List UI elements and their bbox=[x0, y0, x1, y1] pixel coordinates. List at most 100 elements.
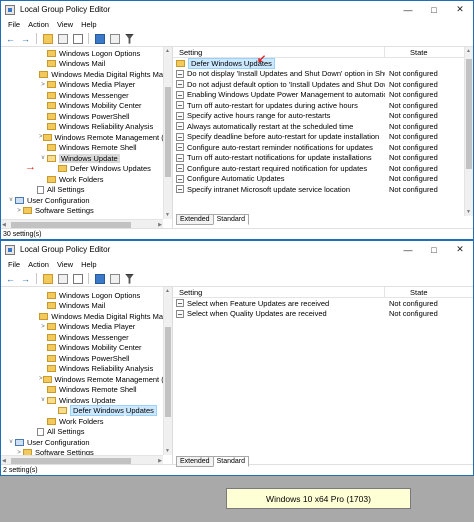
tree-item[interactable]: Windows Logon Options bbox=[1, 290, 163, 301]
pane-vertical-scrollbar[interactable]: ▲ ▼ bbox=[464, 47, 473, 216]
close-button[interactable]: ✕ bbox=[447, 1, 473, 18]
tree-item[interactable]: > Windows Media Player bbox=[1, 80, 163, 91]
tree-item[interactable]: Windows PowerShell bbox=[1, 111, 163, 122]
minimize-button[interactable]: — bbox=[395, 1, 421, 18]
filter-button[interactable] bbox=[123, 272, 136, 285]
title-bar[interactable]: Local Group Policy Editor — □ ✕ bbox=[1, 241, 473, 258]
back-button[interactable]: ← bbox=[4, 272, 17, 285]
tree-item-all-settings[interactable]: All Settings bbox=[1, 427, 163, 438]
setting-row[interactable]: Turn off auto-restart notifications for … bbox=[173, 153, 473, 164]
scroll-up-icon[interactable]: ▲ bbox=[165, 288, 170, 294]
expander[interactable]: v bbox=[7, 439, 15, 445]
menu-help[interactable]: Help bbox=[77, 260, 100, 269]
expander[interactable]: > bbox=[39, 324, 47, 330]
tree-item[interactable]: Windows Media Digital Rights Ma bbox=[1, 69, 163, 80]
tree-item-software-settings[interactable]: > Software Settings bbox=[1, 206, 163, 217]
maximize-button[interactable]: □ bbox=[421, 1, 447, 18]
setting-row-quality-updates[interactable]: Select when Quality Updates are received… bbox=[173, 309, 473, 320]
title-bar[interactable]: Local Group Policy Editor — □ ✕ bbox=[1, 1, 473, 18]
export-list-button[interactable] bbox=[71, 32, 84, 45]
tab-extended[interactable]: Extended bbox=[176, 456, 214, 467]
tree-item[interactable]: Windows PowerShell bbox=[1, 353, 163, 364]
scroll-thumb[interactable] bbox=[165, 327, 171, 417]
tree-item[interactable]: > Windows Remote Management (W bbox=[1, 132, 171, 143]
menu-action[interactable]: Action bbox=[24, 20, 53, 29]
up-folder-button[interactable] bbox=[41, 272, 54, 285]
scroll-up-icon[interactable]: ▲ bbox=[165, 48, 170, 54]
tree-item[interactable]: Windows Remote Shell bbox=[1, 143, 163, 154]
expander[interactable]: > bbox=[15, 208, 23, 214]
expander[interactable]: v bbox=[39, 397, 47, 403]
maximize-button[interactable]: □ bbox=[421, 241, 447, 258]
setting-row[interactable]: Do not adjust default option to 'Install… bbox=[173, 79, 473, 90]
menu-file[interactable]: File bbox=[4, 20, 24, 29]
menu-help[interactable]: Help bbox=[77, 20, 100, 29]
setting-row[interactable]: Configure auto-restart required notifica… bbox=[173, 163, 473, 174]
column-header-state[interactable]: State bbox=[385, 48, 428, 57]
tree-item[interactable]: Windows Logon Options bbox=[1, 48, 163, 59]
menu-file[interactable]: File bbox=[4, 260, 24, 269]
setting-row[interactable]: Specify intranet Microsoft update servic… bbox=[173, 184, 473, 195]
tree-item[interactable]: Windows Messenger bbox=[1, 90, 163, 101]
help-button[interactable] bbox=[93, 32, 106, 45]
tree-vertical-scrollbar[interactable]: ▲ ▼ bbox=[163, 287, 172, 455]
setting-row[interactable]: Always automatically restart at the sche… bbox=[173, 121, 473, 132]
filter-button[interactable] bbox=[123, 32, 136, 45]
tree-item-user-configuration[interactable]: v User Configuration bbox=[1, 437, 163, 448]
tree-item-user-configuration[interactable]: v User Configuration bbox=[1, 195, 163, 206]
tab-standard[interactable]: Standard bbox=[212, 214, 250, 225]
scroll-thumb[interactable] bbox=[165, 87, 171, 177]
menu-action[interactable]: Action bbox=[24, 260, 53, 269]
tree-item[interactable]: Windows Messenger bbox=[1, 332, 163, 343]
show-hide-tree-button[interactable] bbox=[56, 272, 69, 285]
scroll-down-icon[interactable]: ▼ bbox=[466, 209, 471, 215]
tree-item-all-settings[interactable]: All Settings bbox=[1, 185, 163, 196]
forward-button[interactable]: → bbox=[19, 32, 32, 45]
tree-item[interactable]: > Windows Remote Management (W bbox=[1, 374, 171, 385]
setting-row[interactable]: Do not display 'Install Updates and Shut… bbox=[173, 69, 473, 80]
help-button[interactable] bbox=[93, 272, 106, 285]
column-header-state[interactable]: State bbox=[385, 288, 428, 297]
close-button[interactable]: ✕ bbox=[447, 241, 473, 258]
tree-item-windows-update[interactable]: v Windows Update bbox=[1, 395, 163, 406]
tree-item[interactable]: Work Folders bbox=[1, 174, 163, 185]
expander[interactable]: > bbox=[39, 82, 47, 88]
tree-item[interactable]: Windows Reliability Analysis bbox=[1, 122, 163, 133]
tree-item[interactable]: Windows Mail bbox=[1, 59, 163, 70]
tree-item[interactable]: Windows Mobility Center bbox=[1, 101, 163, 112]
minimize-button[interactable]: — bbox=[395, 241, 421, 258]
tree-item[interactable]: Windows Media Digital Rights Ma bbox=[1, 311, 163, 322]
tab-extended[interactable]: Extended bbox=[176, 214, 214, 225]
column-header-setting[interactable]: Setting bbox=[173, 287, 385, 297]
setting-row[interactable]: Turn off auto-restart for updates during… bbox=[173, 100, 473, 111]
scroll-thumb[interactable] bbox=[466, 59, 472, 169]
scroll-down-icon[interactable]: ▼ bbox=[165, 448, 170, 454]
setting-row-feature-updates[interactable]: Select when Feature Updates are received… bbox=[173, 298, 473, 309]
scroll-down-icon[interactable]: ▼ bbox=[165, 212, 170, 218]
tree-item[interactable]: Windows Mobility Center bbox=[1, 343, 163, 354]
back-button[interactable]: ← bbox=[4, 32, 17, 45]
up-folder-button[interactable] bbox=[41, 32, 54, 45]
tree-item[interactable]: > Windows Media Player bbox=[1, 322, 163, 333]
tree-item[interactable]: Windows Remote Shell bbox=[1, 385, 163, 396]
expander[interactable]: v bbox=[7, 197, 15, 203]
scroll-up-icon[interactable]: ▲ bbox=[466, 48, 471, 54]
setting-row[interactable]: Configure auto-restart reminder notifica… bbox=[173, 142, 473, 153]
setting-row-defer-folder[interactable]: Defer Windows Updates bbox=[173, 57, 473, 69]
properties-button[interactable] bbox=[108, 32, 121, 45]
setting-row[interactable]: Specify active hours range for auto-rest… bbox=[173, 111, 473, 122]
setting-row[interactable]: Enabling Windows Update Power Management… bbox=[173, 90, 473, 101]
tree-item[interactable]: Work Folders bbox=[1, 416, 163, 427]
forward-button[interactable]: → bbox=[19, 272, 32, 285]
tree-vertical-scrollbar[interactable]: ▲ ▼ bbox=[163, 47, 172, 219]
tab-standard[interactable]: Standard bbox=[212, 456, 250, 467]
tree-item[interactable]: Windows Reliability Analysis bbox=[1, 364, 163, 375]
setting-row[interactable]: Specify deadline before auto-restart for… bbox=[173, 132, 473, 143]
show-hide-tree-button[interactable] bbox=[56, 32, 69, 45]
menu-view[interactable]: View bbox=[53, 260, 77, 269]
properties-button[interactable] bbox=[108, 272, 121, 285]
setting-row[interactable]: Configure Automatic Updates Not configure… bbox=[173, 174, 473, 185]
export-list-button[interactable] bbox=[71, 272, 84, 285]
column-header-setting[interactable]: Setting bbox=[173, 47, 385, 57]
expander[interactable]: v bbox=[39, 155, 47, 161]
